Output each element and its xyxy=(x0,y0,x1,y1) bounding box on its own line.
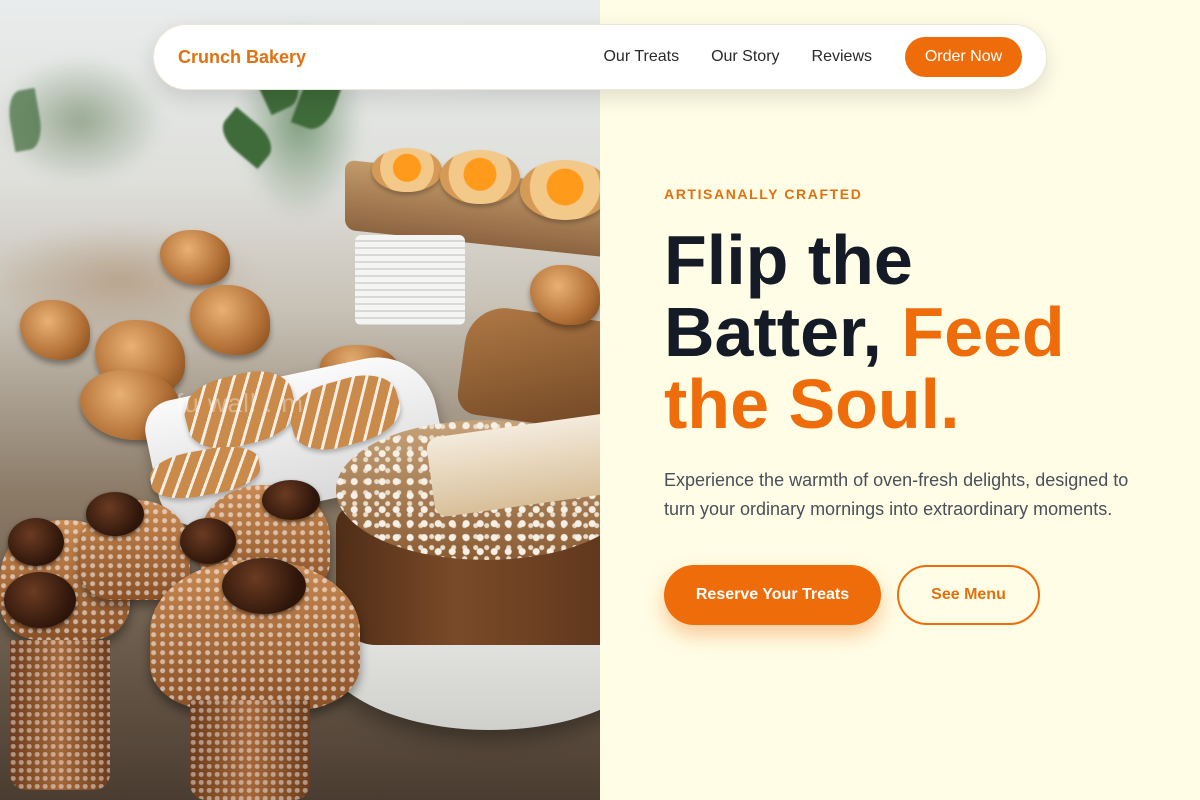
nav-link-our-treats[interactable]: Our Treats xyxy=(603,48,679,66)
stacked-plates xyxy=(355,235,465,325)
hero-photo: fu wall . m xyxy=(0,0,600,800)
top-navigation: Crunch Bakery Our Treats Our Story Revie… xyxy=(153,24,1047,90)
chocolate-topping xyxy=(86,492,144,536)
chocolate-topping xyxy=(8,518,64,566)
apricot-danish xyxy=(440,150,520,204)
chocolate-topping xyxy=(262,480,320,520)
image-watermark: fu wall . m xyxy=(176,388,305,418)
chocolate-topping xyxy=(222,558,306,614)
hero-headline: Flip the Batter, Feed the Soul. xyxy=(664,224,1164,440)
apricot-danish xyxy=(372,148,442,192)
chocolate-topping xyxy=(4,572,76,628)
reserve-treats-button[interactable]: Reserve Your Treats xyxy=(664,565,881,625)
cruffin-base xyxy=(10,640,110,790)
apricot-danish xyxy=(520,160,600,220)
hero-content: ARTISANALLY CRAFTED Flip the Batter, Fee… xyxy=(664,186,1164,625)
headline-line-3-accent: the Soul. xyxy=(664,365,960,443)
muffin xyxy=(190,285,270,355)
see-menu-button[interactable]: See Menu xyxy=(897,565,1040,625)
hero-cta-row: Reserve Your Treats See Menu xyxy=(664,565,1164,625)
chocolate-topping xyxy=(180,518,236,564)
nav-link-our-story[interactable]: Our Story xyxy=(711,48,779,66)
hero-description: Experience the warmth of oven-fresh deli… xyxy=(664,470,1129,519)
order-now-button[interactable]: Order Now xyxy=(905,37,1022,77)
muffin xyxy=(20,300,90,360)
headline-line-2-accent: Feed xyxy=(901,293,1065,371)
cruffin-base xyxy=(190,700,310,800)
headline-line-1: Flip the xyxy=(664,221,913,299)
hero-eyebrow: ARTISANALLY CRAFTED xyxy=(664,186,863,202)
nav-links: Our Treats Our Story Reviews xyxy=(603,48,872,66)
headline-line-2-dark: Batter, xyxy=(664,293,902,371)
nav-link-reviews[interactable]: Reviews xyxy=(812,48,872,66)
brand-logo[interactable]: Crunch Bakery xyxy=(178,47,306,68)
